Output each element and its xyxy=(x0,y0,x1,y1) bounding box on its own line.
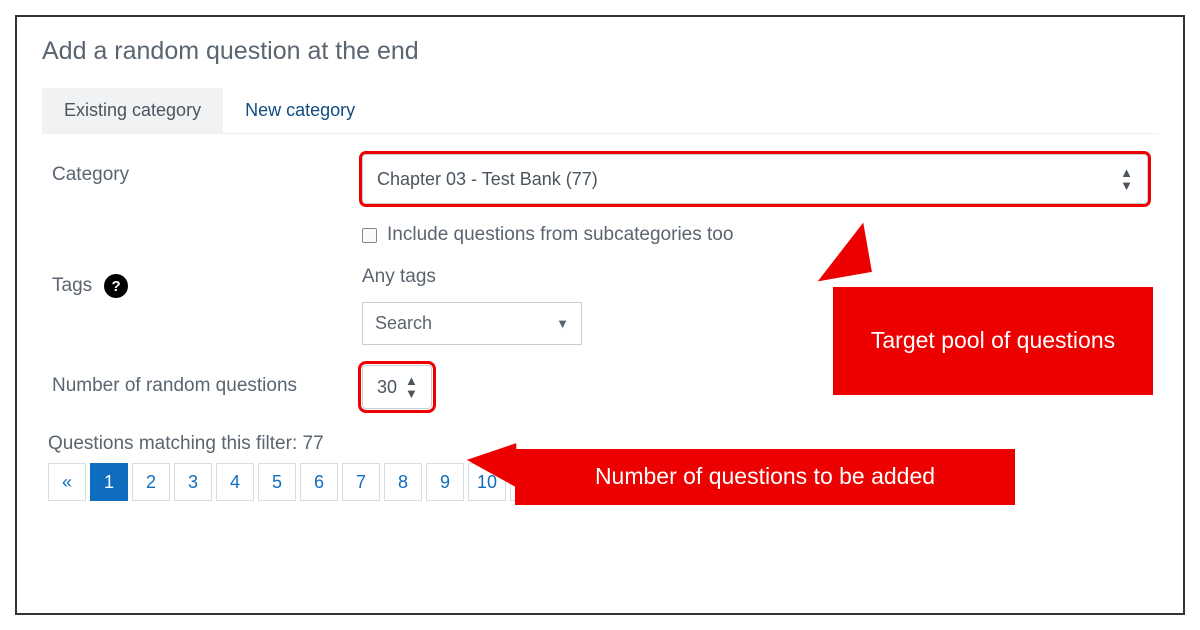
sort-icon-number: ▲▼ xyxy=(405,374,418,400)
page-8[interactable]: 8 xyxy=(384,463,422,501)
any-tags-label: Any tags xyxy=(362,266,1148,288)
label-number: Number of random questions xyxy=(52,365,362,397)
tags-search-select[interactable]: Search ▼ xyxy=(362,302,582,345)
annotation-target-pool: Target pool of questions xyxy=(833,287,1153,395)
page-5[interactable]: 5 xyxy=(258,463,296,501)
page-«[interactable]: « xyxy=(48,463,86,501)
label-include-sub: Include questions from subcategories too xyxy=(387,224,733,246)
page-2[interactable]: 2 xyxy=(132,463,170,501)
sort-icon: ▲▼ xyxy=(1120,166,1133,192)
number-value: 30 xyxy=(377,377,397,398)
tab-new-category[interactable]: New category xyxy=(223,88,377,133)
category-select-value: Chapter 03 - Test Bank (77) xyxy=(377,169,598,190)
checkbox-include-sub[interactable] xyxy=(362,228,377,243)
dialog-panel: Add a random question at the end Existin… xyxy=(15,15,1185,615)
chevron-down-icon: ▼ xyxy=(556,316,569,331)
include-subcategories-row[interactable]: Include questions from subcategories too xyxy=(362,224,1148,246)
label-tags: Tags ? xyxy=(52,264,362,298)
tab-row: Existing category New category xyxy=(42,88,1158,134)
page-1[interactable]: 1 xyxy=(90,463,128,501)
page-7[interactable]: 7 xyxy=(342,463,380,501)
page-4[interactable]: 4 xyxy=(216,463,254,501)
tab-existing-category[interactable]: Existing category xyxy=(42,88,223,133)
row-category: Category Chapter 03 - Test Bank (77) ▲▼ … xyxy=(42,154,1158,246)
annotation-number: Number of questions to be added xyxy=(515,449,1015,505)
category-select[interactable]: Chapter 03 - Test Bank (77) ▲▼ xyxy=(362,154,1148,204)
dialog-title: Add a random question at the end xyxy=(42,37,1158,66)
page-3[interactable]: 3 xyxy=(174,463,212,501)
page-9[interactable]: 9 xyxy=(426,463,464,501)
number-select[interactable]: 30 ▲▼ xyxy=(362,365,432,409)
search-placeholder: Search xyxy=(375,313,432,334)
help-icon[interactable]: ? xyxy=(104,274,128,298)
page-6[interactable]: 6 xyxy=(300,463,338,501)
label-category: Category xyxy=(52,154,362,186)
category-input-col: Chapter 03 - Test Bank (77) ▲▼ Include q… xyxy=(362,154,1148,246)
